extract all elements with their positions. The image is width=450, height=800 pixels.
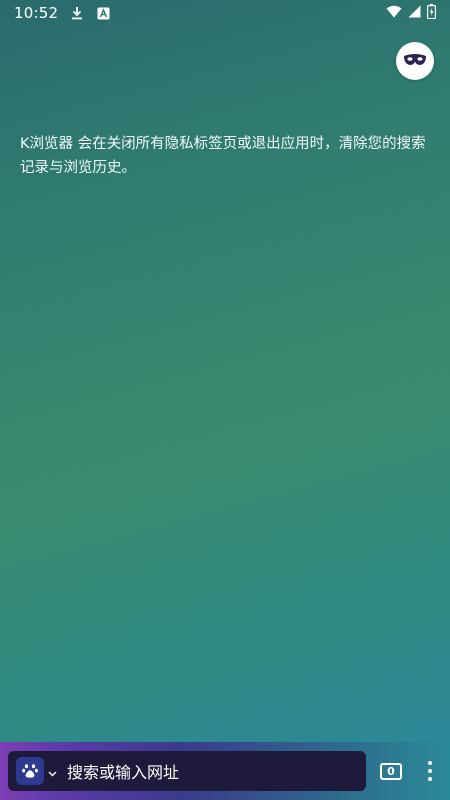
download-icon xyxy=(70,6,84,20)
baidu-paw-icon xyxy=(16,757,44,785)
tab-count: 0 xyxy=(387,764,395,778)
search-input[interactable]: 搜索或输入网址 xyxy=(8,751,366,791)
status-right-icons xyxy=(386,3,437,23)
private-browsing-notice: K浏览器 会在关闭所有隐私标签页或退出应用时，清除您的搜索记录与浏览历史。 xyxy=(20,136,426,176)
app-notification-icon xyxy=(96,6,110,20)
more-vertical-icon[interactable] xyxy=(422,759,438,783)
incognito-button[interactable] xyxy=(396,42,434,80)
status-time: 10:52 xyxy=(14,4,59,22)
battery-icon xyxy=(427,3,437,23)
wifi-icon xyxy=(386,4,402,22)
status-bar: 10:52 xyxy=(0,0,450,26)
bottom-toolbar: 搜索或输入网址 0 xyxy=(0,742,450,800)
search-placeholder: 搜索或输入网址 xyxy=(67,763,180,782)
incognito-mask-icon xyxy=(403,52,427,71)
search-engine-selector[interactable] xyxy=(16,757,57,785)
chevron-down-icon xyxy=(48,762,57,781)
signal-icon xyxy=(408,4,421,22)
tabs-button[interactable]: 0 xyxy=(380,762,402,780)
